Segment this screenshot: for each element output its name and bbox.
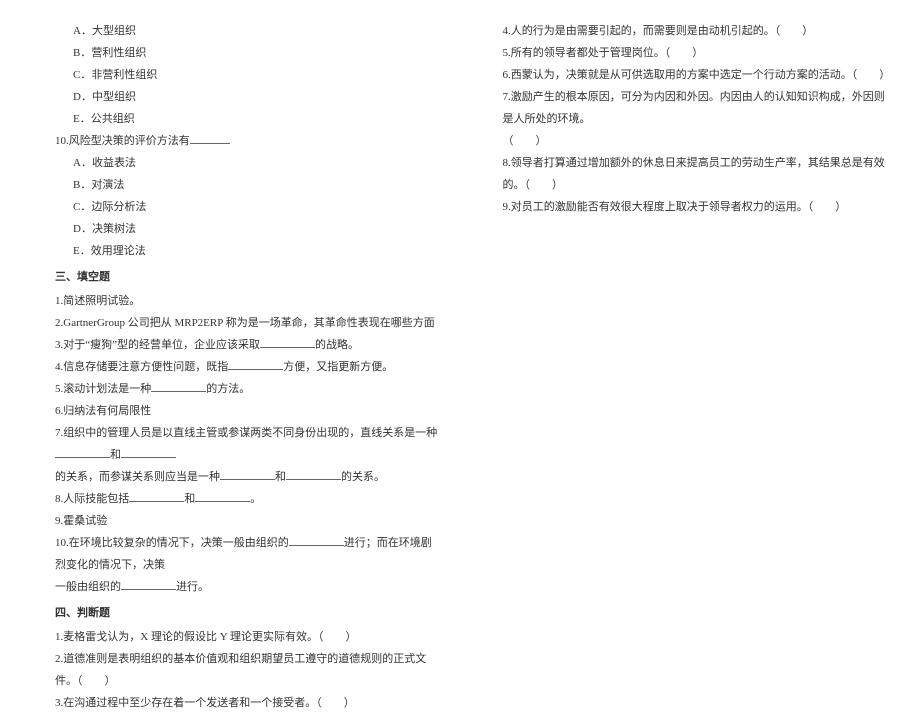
fill-q6: 6.归纳法有何局限性 [55, 400, 443, 422]
blank [286, 468, 341, 480]
fill-q10-line2: 一般由组织的 进行。 [55, 576, 443, 598]
judge-q2: 2.道德准则是表明组织的基本价值观和组织期望员工遵守的道德规则的正式文件。（ ） [55, 648, 443, 692]
fill-q7-line2-pre: 的关系，而参谋关系则应当是一种 [55, 471, 220, 483]
judge-q7-line1: 7.激励产生的根本原因，可分为内因和外因。内因由人的认知知识构成，外因则是人所处… [503, 86, 891, 130]
fill-q4-post: 方便，又指更新方便。 [283, 361, 393, 373]
judge-q6: 6.西蒙认为，决策就是从可供选取用的方案中选定一个行动方案的活动。（ ） [503, 64, 891, 86]
judge-q8: 8.领导者打算通过增加额外的休息日来提高员工的劳动生产率，其结果总是有效的。（ … [503, 152, 891, 196]
fill-q7-pre: 7.组织中的管理人员是以直线主管或参谋两类不同身份出现的，直线关系是一种 [55, 427, 437, 439]
fill-q8-mid: 和 [184, 493, 195, 505]
q9-option-c: C．非营利性组织 [55, 64, 443, 86]
fill-q3-post: 的战略。 [315, 339, 359, 351]
blank [228, 358, 283, 370]
fill-q8-pre: 8.人际技能包括 [55, 493, 129, 505]
blank [220, 468, 275, 480]
q9-option-b: B．营利性组织 [55, 42, 443, 64]
left-column: A．大型组织 B．营利性组织 C．非营利性组织 D．中型组织 E．公共组织 10… [0, 20, 473, 631]
q9-option-d: D．中型组织 [55, 86, 443, 108]
fill-q8: 8.人际技能包括 和 。 [55, 488, 443, 510]
q10-option-c: C．边际分析法 [55, 196, 443, 218]
fill-q3-pre: 3.对于“瘦狗”型的经营单位，企业应该采取 [55, 339, 260, 351]
blank [55, 446, 110, 458]
fill-q5-pre: 5.滚动计划法是一种 [55, 383, 151, 395]
q10-stem-text: 10.风险型决策的评价方法有 [55, 135, 190, 147]
q10-option-b: B．对演法 [55, 174, 443, 196]
right-column: 4.人的行为是由需要引起的，而需要则是由动机引起的。（ ） 5.所有的领导者都处… [473, 20, 920, 631]
q10-option-e: E．效用理论法 [55, 240, 443, 262]
fill-q1: 1.简述照明试验。 [55, 290, 443, 312]
judge-q5: 5.所有的领导者都处于管理岗位。（ ） [503, 42, 891, 64]
blank [289, 534, 344, 546]
fill-q7-line2: 的关系，而参谋关系则应当是一种 和 的关系。 [55, 466, 443, 488]
fill-q4: 4.信息存储要注意方便性问题，既指 方便，又指更新方便。 [55, 356, 443, 378]
blank [121, 578, 176, 590]
fill-q10-line2-post: 进行。 [176, 581, 209, 593]
section3-header: 三、填空题 [55, 266, 443, 288]
q10-stem: 10.风险型决策的评价方法有 [55, 130, 443, 152]
fill-q4-pre: 4.信息存储要注意方便性问题，既指 [55, 361, 228, 373]
fill-q10-line2-pre: 一般由组织的 [55, 581, 121, 593]
section4-header: 四、判断题 [55, 602, 443, 624]
fill-q2: 2.GartnerGroup 公司把从 MRP2ERP 称为是一场革命，其革命性… [55, 312, 443, 334]
fill-q10-pre: 10.在环境比较复杂的情况下，决策一般由组织的 [55, 537, 289, 549]
fill-q5-post: 的方法。 [206, 383, 250, 395]
blank [121, 446, 176, 458]
judge-q1: 1.麦格雷戈认为，X 理论的假设比 Y 理论更实际有效。（ ） [55, 626, 443, 648]
blank [151, 380, 206, 392]
fill-q9: 9.霍桑试验 [55, 510, 443, 532]
fill-q10-line1: 10.在环境比较复杂的情况下，决策一般由组织的进行；而在环境剧烈变化的情况下，决… [55, 532, 443, 576]
blank [195, 490, 250, 502]
judge-q4: 4.人的行为是由需要引起的，而需要则是由动机引起的。（ ） [503, 20, 891, 42]
q10-option-d: D．决策树法 [55, 218, 443, 240]
blank [190, 132, 230, 144]
fill-q7-line1: 7.组织中的管理人员是以直线主管或参谋两类不同身份出现的，直线关系是一种和 [55, 422, 443, 466]
fill-q8-post: 。 [250, 493, 261, 505]
blank [260, 336, 315, 348]
q9-option-e: E．公共组织 [55, 108, 443, 130]
judge-q9: 9.对员工的激励能否有效很大程度上取决于领导者权力的运用。（ ） [503, 196, 891, 218]
q10-option-a: A．收益表法 [55, 152, 443, 174]
fill-q7-mid: 和 [110, 449, 121, 461]
fill-q7-line2-mid: 和 [275, 471, 286, 483]
blank [129, 490, 184, 502]
fill-q7-line2-post: 的关系。 [341, 471, 385, 483]
q9-option-a: A．大型组织 [55, 20, 443, 42]
fill-q3: 3.对于“瘦狗”型的经营单位，企业应该采取 的战略。 [55, 334, 443, 356]
fill-q5: 5.滚动计划法是一种 的方法。 [55, 378, 443, 400]
judge-q3: 3.在沟通过程中至少存在着一个发送者和一个接受者。（ ） [55, 692, 443, 714]
judge-q7-line2: （ ） [503, 130, 891, 152]
